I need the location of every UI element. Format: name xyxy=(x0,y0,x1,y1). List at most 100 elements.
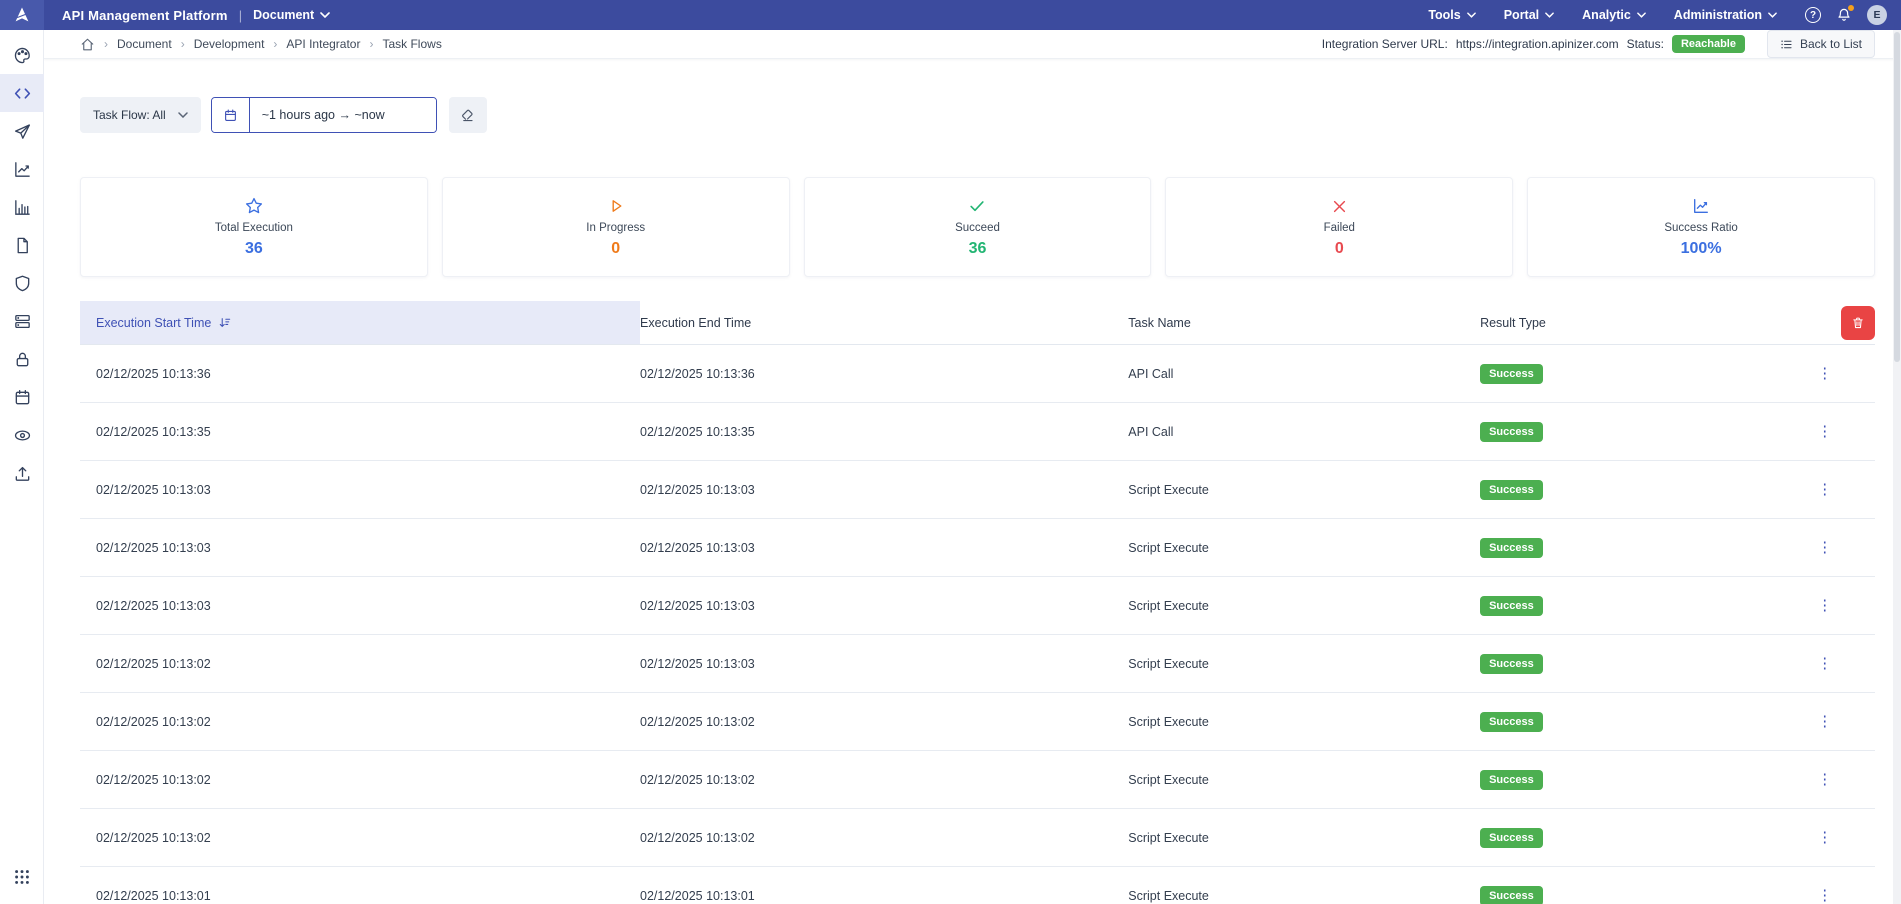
cell-actions: ⋮ xyxy=(1774,478,1875,501)
sidebar-item-send[interactable] xyxy=(0,112,44,150)
back-to-list-button[interactable]: Back to List xyxy=(1767,30,1875,58)
breadcrumb-item-api-integrator[interactable]: API Integrator xyxy=(286,37,360,51)
sidebar-item-security[interactable] xyxy=(0,264,44,302)
shield-icon xyxy=(13,274,32,293)
stat-label: Succeed xyxy=(955,222,1000,234)
cell-execution-end-time: 02/12/2025 10:13:03 xyxy=(640,483,1128,497)
sidebar-item-monitor[interactable] xyxy=(0,416,44,454)
task-flow-select[interactable]: Task Flow: All xyxy=(80,97,201,133)
code-icon xyxy=(13,84,32,103)
row-menu-button[interactable]: ⋮ xyxy=(1811,478,1838,501)
row-menu-button[interactable]: ⋮ xyxy=(1811,768,1838,791)
column-header-execution-end-time[interactable]: Execution End Time xyxy=(640,316,1128,330)
cell-actions: ⋮ xyxy=(1774,768,1875,791)
sidebar-item-credentials[interactable] xyxy=(0,340,44,378)
cell-actions: ⋮ xyxy=(1774,594,1875,617)
result-badge: Success xyxy=(1480,480,1543,500)
delete-executions-button[interactable] xyxy=(1841,306,1875,340)
result-badge: Success xyxy=(1480,654,1543,674)
cell-task-name: Script Execute xyxy=(1128,483,1480,497)
sidebar-item-export[interactable] xyxy=(0,454,44,492)
brand-title: API Management Platform xyxy=(62,8,228,23)
notification-dot xyxy=(1848,5,1854,11)
row-menu-button[interactable]: ⋮ xyxy=(1811,710,1838,733)
menu-portal-label: Portal xyxy=(1504,8,1539,22)
result-badge: Success xyxy=(1480,712,1543,732)
breadcrumb-item-document[interactable]: Document xyxy=(117,37,172,51)
row-menu-button[interactable]: ⋮ xyxy=(1811,884,1838,904)
row-menu-button[interactable]: ⋮ xyxy=(1811,652,1838,675)
row-menu-button[interactable]: ⋮ xyxy=(1811,362,1838,385)
cell-actions: ⋮ xyxy=(1774,884,1875,904)
cell-task-name: Script Execute xyxy=(1128,599,1480,613)
cell-result-type: Success xyxy=(1480,364,1774,384)
breadcrumb-separator: › xyxy=(181,37,185,51)
calendar-picker-button[interactable] xyxy=(212,98,250,132)
table-row[interactable]: 02/12/2025 10:13:01 02/12/2025 10:13:01 … xyxy=(80,867,1875,904)
cell-result-type: Success xyxy=(1480,886,1774,904)
breadcrumb-item-development[interactable]: Development xyxy=(194,37,265,51)
module-switcher[interactable]: Document xyxy=(253,8,330,22)
palette-icon xyxy=(13,46,32,65)
breadcrumb-item-task-flows[interactable]: Task Flows xyxy=(382,37,441,51)
table-row[interactable]: 02/12/2025 10:13:03 02/12/2025 10:13:03 … xyxy=(80,577,1875,635)
stat-cards: Total Execution 36 In Progress 0 xyxy=(80,177,1875,277)
home-icon[interactable] xyxy=(80,37,95,52)
table-row[interactable]: 02/12/2025 10:13:02 02/12/2025 10:13:02 … xyxy=(80,809,1875,867)
user-avatar[interactable]: E xyxy=(1867,5,1887,25)
sidebar-item-code-active[interactable] xyxy=(0,74,44,112)
sidebar-item-apps[interactable] xyxy=(0,858,44,896)
cell-execution-end-time: 02/12/2025 10:13:03 xyxy=(640,541,1128,555)
cell-execution-start-time: 02/12/2025 10:13:03 xyxy=(80,483,640,497)
cell-execution-start-time: 02/12/2025 10:13:36 xyxy=(80,367,640,381)
back-to-list-label: Back to List xyxy=(1800,37,1862,51)
stat-card-total-execution: Total Execution 36 xyxy=(80,177,428,277)
row-menu-button[interactable]: ⋮ xyxy=(1811,420,1838,443)
sidebar-item-analytics[interactable] xyxy=(0,150,44,188)
clear-filters-button[interactable] xyxy=(449,97,487,133)
server-status-area: Integration Server URL: https://integrat… xyxy=(1322,30,1875,58)
sidebar-item-statistics[interactable] xyxy=(0,188,44,226)
topbar-icons: ? E xyxy=(1805,5,1887,25)
notifications-button[interactable] xyxy=(1836,7,1852,23)
send-icon xyxy=(13,122,32,141)
upload-icon xyxy=(13,464,32,483)
table-row[interactable]: 02/12/2025 10:13:02 02/12/2025 10:13:02 … xyxy=(80,693,1875,751)
column-header-task-name[interactable]: Task Name xyxy=(1128,316,1480,330)
menu-tools[interactable]: Tools xyxy=(1428,8,1475,22)
row-menu-button[interactable]: ⋮ xyxy=(1811,536,1838,559)
app-logo[interactable] xyxy=(0,0,44,30)
sidebar-item-servers[interactable] xyxy=(0,302,44,340)
menu-administration[interactable]: Administration xyxy=(1674,8,1777,22)
cell-result-type: Success xyxy=(1480,538,1774,558)
table-row[interactable]: 02/12/2025 10:13:03 02/12/2025 10:13:03 … xyxy=(80,461,1875,519)
column-header-execution-start-time[interactable]: Execution Start Time xyxy=(80,301,640,344)
server-url-value: https://integration.apinizer.com xyxy=(1456,37,1619,51)
sidebar-item-palette[interactable] xyxy=(0,36,44,74)
stat-card-success-ratio: Success Ratio 100% xyxy=(1527,177,1875,277)
help-icon[interactable]: ? xyxy=(1805,7,1821,23)
cell-execution-start-time: 02/12/2025 10:13:02 xyxy=(80,773,640,787)
vertical-scrollbar xyxy=(1893,30,1901,904)
cell-task-name: Script Execute xyxy=(1128,773,1480,787)
row-menu-button[interactable]: ⋮ xyxy=(1811,826,1838,849)
cell-actions: ⋮ xyxy=(1774,652,1875,675)
sidebar-item-documents[interactable] xyxy=(0,226,44,264)
stat-label: Total Execution xyxy=(215,222,293,234)
menu-portal[interactable]: Portal xyxy=(1504,8,1554,22)
cell-execution-start-time: 02/12/2025 10:13:03 xyxy=(80,541,640,555)
scrollbar-thumb[interactable] xyxy=(1894,32,1900,362)
table-header-actions xyxy=(1774,306,1875,340)
table-row[interactable]: 02/12/2025 10:13:36 02/12/2025 10:13:36 … xyxy=(80,345,1875,403)
menu-analytic[interactable]: Analytic xyxy=(1582,8,1646,22)
column-header-result-type[interactable]: Result Type xyxy=(1480,316,1774,330)
sidebar-item-schedule[interactable] xyxy=(0,378,44,416)
date-range-input[interactable] xyxy=(250,98,436,132)
row-menu-button[interactable]: ⋮ xyxy=(1811,594,1838,617)
table-row[interactable]: 02/12/2025 10:13:02 02/12/2025 10:13:02 … xyxy=(80,751,1875,809)
date-range-group xyxy=(211,97,437,133)
chevron-down-icon xyxy=(320,12,330,18)
table-row[interactable]: 02/12/2025 10:13:35 02/12/2025 10:13:35 … xyxy=(80,403,1875,461)
table-row[interactable]: 02/12/2025 10:13:02 02/12/2025 10:13:03 … xyxy=(80,635,1875,693)
table-row[interactable]: 02/12/2025 10:13:03 02/12/2025 10:13:03 … xyxy=(80,519,1875,577)
